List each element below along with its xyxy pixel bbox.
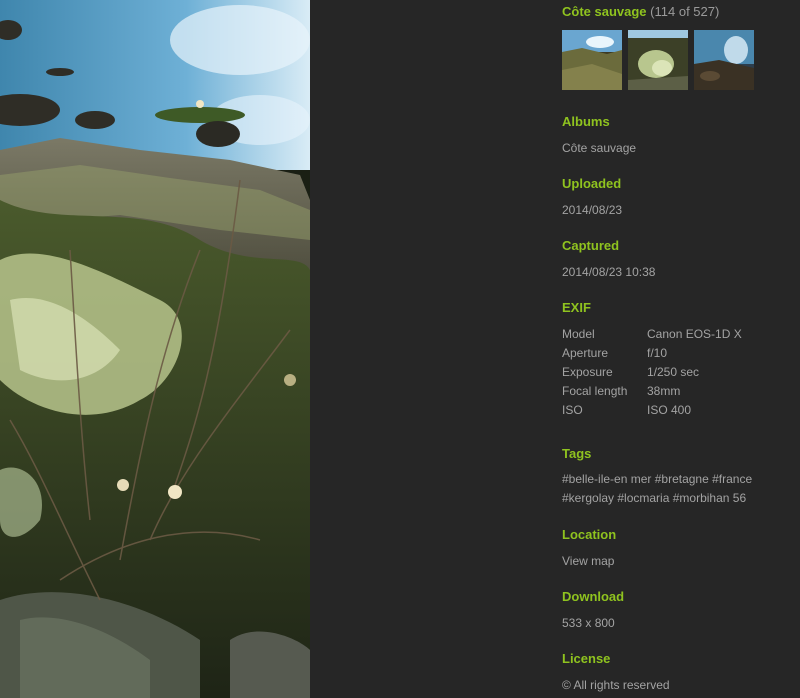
album-position-count: (114 of 527) [650, 4, 720, 19]
exif-row-aperture: Aperture f/10 [562, 346, 800, 362]
exif-key: Model [562, 327, 595, 341]
exif-value: 1/250 sec [647, 365, 700, 379]
license-heading: License [562, 651, 611, 666]
exif-row-iso: ISO ISO 400 [562, 403, 800, 419]
album-title-link[interactable]: Côte sauvage [562, 4, 647, 19]
captured-date: 2014/08/23 10:38 [562, 265, 656, 279]
exif-value: Canon EOS-1D X [647, 327, 742, 341]
exif-value: ISO 400 [647, 403, 692, 417]
exif-key: Focal length [562, 384, 628, 398]
photo-panel-gap [310, 0, 340, 698]
tags-heading: Tags [562, 446, 592, 461]
thumbnail-image [694, 30, 754, 90]
albums-link[interactable]: Côte sauvage [562, 141, 636, 155]
tag-link[interactable]: #morbihan 56 [673, 491, 746, 505]
exif-key: ISO [562, 403, 583, 417]
photo-image [0, 0, 310, 698]
thumbnail-previous-2[interactable] [562, 30, 622, 90]
thumbnail-image [562, 30, 622, 90]
exif-key: Exposure [562, 365, 613, 379]
exif-value: 38mm [647, 384, 681, 398]
main-photo[interactable] [0, 0, 310, 698]
tag-link[interactable]: #belle-ile-en mer [562, 472, 651, 486]
download-heading: Download [562, 589, 625, 604]
exif-row-focal-length: Focal length 38mm [562, 384, 800, 400]
captured-heading: Captured [562, 238, 620, 253]
thumbnail-previous-1[interactable] [628, 30, 688, 90]
exif-value: f/10 [647, 346, 668, 360]
thumbnail-image [628, 30, 688, 90]
exif-heading: EXIF [562, 300, 591, 315]
view-map-link[interactable]: View map [562, 554, 614, 568]
exif-row-exposure: Exposure 1/250 sec [562, 365, 800, 381]
exif-row-model: Model Canon EOS-1D X [562, 327, 800, 343]
uploaded-heading: Uploaded [562, 176, 622, 191]
info-panel: Côte sauvage (114 of 527) Albums Côte sa… [562, 0, 800, 698]
license-text: © All rights reserved [562, 678, 670, 692]
download-size-link[interactable]: 533 x 800 [562, 616, 615, 630]
exif-key: Aperture [562, 346, 609, 360]
tag-link[interactable]: #locmaria [617, 491, 669, 505]
location-heading: Location [562, 527, 617, 542]
albums-heading: Albums [562, 114, 610, 129]
tag-link[interactable]: #france [712, 472, 752, 486]
uploaded-date: 2014/08/23 [562, 203, 623, 217]
tag-list: #belle-ile-en mer #bretagne #france #ker… [562, 470, 798, 508]
album-heading: Côte sauvage (114 of 527) [562, 4, 719, 19]
tag-link[interactable]: #bretagne [655, 472, 709, 486]
tag-link[interactable]: #kergolay [562, 491, 614, 505]
thumbnail-current[interactable] [694, 30, 754, 90]
